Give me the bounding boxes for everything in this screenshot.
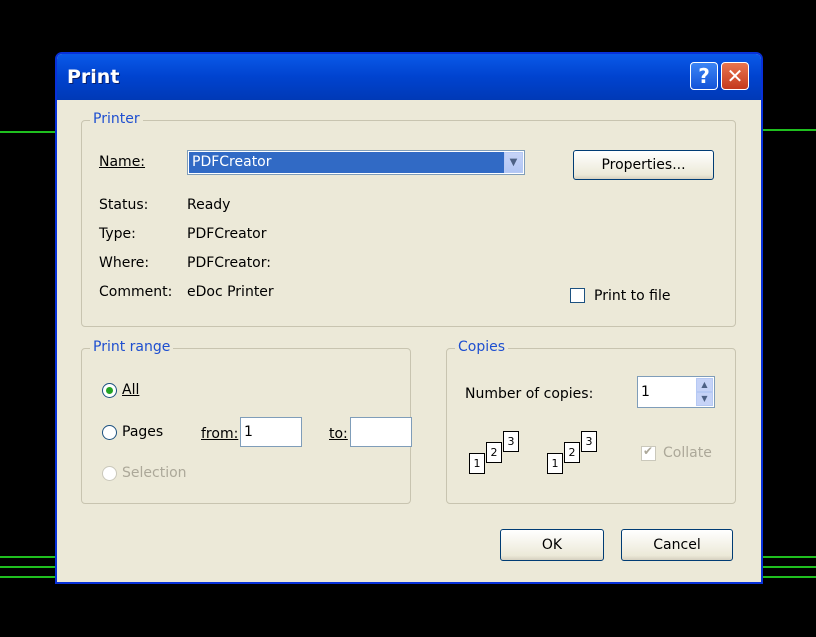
pages-radio-label[interactable]: Pages <box>122 424 163 440</box>
background-line <box>0 576 55 578</box>
from-input[interactable]: 1 <box>240 417 302 447</box>
print-range-legend: Print range <box>90 339 174 355</box>
printer-legend: Printer <box>90 111 143 127</box>
from-input-value: 1 <box>244 424 253 440</box>
print-dialog: Print ? ✕ Printer Name: PDFCreator ▼ Pro… <box>55 52 763 584</box>
collate-label: Collate <box>663 445 712 461</box>
dialog-title: Print <box>67 66 120 88</box>
printer-group: Printer Name: PDFCreator ▼ Properties...… <box>81 111 736 327</box>
background-line <box>761 576 816 578</box>
name-label: Name: <box>99 154 145 170</box>
pages-radio[interactable] <box>102 425 117 440</box>
page-icon: 1 <box>547 453 563 474</box>
checkmark-icon: ✔ <box>643 444 654 458</box>
to-input[interactable] <box>350 417 412 447</box>
background-line <box>761 556 816 558</box>
radio-selected-dot <box>106 387 113 394</box>
type-label: Type: <box>99 226 136 242</box>
page-icon: 3 <box>581 431 597 452</box>
type-value: PDFCreator <box>187 226 267 242</box>
ok-button-label: OK <box>541 537 563 553</box>
page-icon: 2 <box>486 442 502 463</box>
background-line <box>0 131 55 133</box>
collate-checkbox: ✔ <box>641 444 656 461</box>
ok-button[interactable]: OK <box>500 529 604 561</box>
cancel-button[interactable]: Cancel <box>621 529 733 561</box>
number-of-copies-label: Number of copies: <box>465 386 594 402</box>
cancel-button-label: Cancel <box>653 537 701 553</box>
background-line <box>761 566 816 568</box>
page-icon: 3 <box>503 431 519 452</box>
status-label: Status: <box>99 197 149 213</box>
page-icon: 2 <box>564 442 580 463</box>
comment-value: eDoc Printer <box>187 284 274 300</box>
page-icon: 1 <box>469 453 485 474</box>
all-radio[interactable] <box>102 383 117 398</box>
print-to-file-checkbox[interactable] <box>570 288 585 303</box>
background-line <box>761 129 816 131</box>
close-icon[interactable]: ✕ <box>721 62 749 90</box>
properties-button[interactable]: Properties... <box>573 150 714 180</box>
collate-pages-icon: 3 2 1 3 2 1 <box>469 429 629 485</box>
status-value: Ready <box>187 197 231 213</box>
print-to-file-label[interactable]: Print to file <box>594 288 670 304</box>
to-label: to: <box>329 426 348 442</box>
copies-legend: Copies <box>455 339 509 355</box>
from-label: from: <box>201 426 239 442</box>
where-label: Where: <box>99 255 150 271</box>
where-value: PDFCreator: <box>187 255 271 271</box>
selection-radio-label: Selection <box>122 465 187 481</box>
all-radio-label[interactable]: All <box>122 382 139 398</box>
printer-name-select[interactable]: PDFCreator ▼ <box>187 150 525 175</box>
dropdown-arrow-icon[interactable]: ▼ <box>504 152 523 173</box>
background-line <box>0 556 55 558</box>
background-line <box>0 566 55 568</box>
help-icon[interactable]: ? <box>690 62 718 90</box>
name-label-text: Name: <box>99 154 146 170</box>
copies-group: Copies Number of copies: 1 ▲ ▼ 3 2 1 3 2… <box>446 339 736 504</box>
printer-name-value: PDFCreator <box>189 152 514 173</box>
spinner-up-icon[interactable]: ▲ <box>696 378 713 392</box>
copies-spinner[interactable]: 1 ▲ ▼ <box>637 376 715 408</box>
spinner-down-icon[interactable]: ▼ <box>696 392 713 406</box>
comment-label: Comment: <box>99 284 173 300</box>
title-bar[interactable]: Print ? ✕ <box>57 54 761 100</box>
print-range-group: Print range All Pages from: 1 to: Select… <box>81 339 412 504</box>
selection-radio <box>102 466 117 481</box>
copies-value: 1 <box>641 384 650 400</box>
properties-button-label: Properties... <box>601 157 686 173</box>
